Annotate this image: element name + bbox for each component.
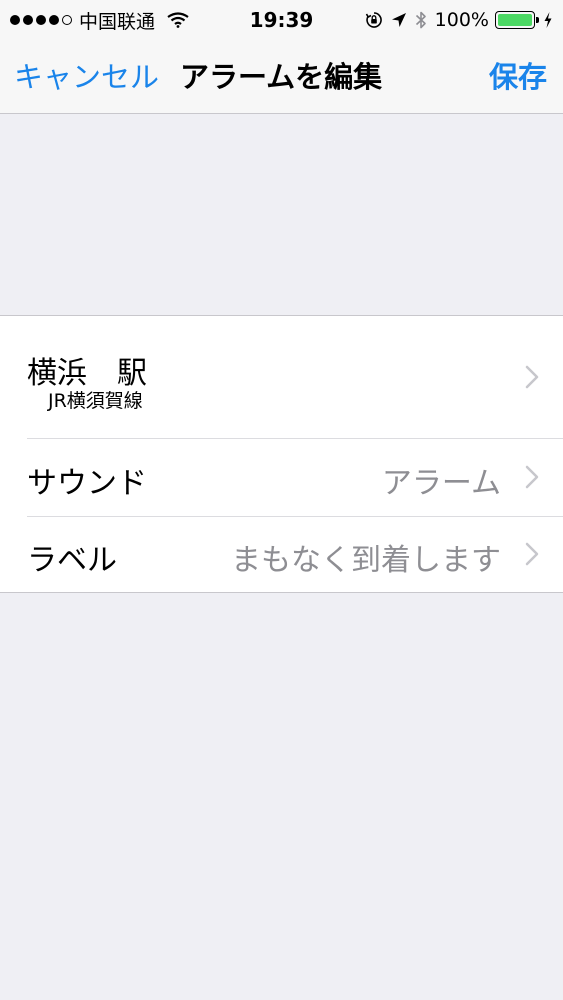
signal-dot bbox=[49, 15, 59, 25]
alarm-settings-group: 横浜 駅 JR横須賀線 サウンド アラーム ラベル まもなく到着します bbox=[0, 315, 563, 593]
chevron-right-icon bbox=[525, 465, 539, 489]
label-row[interactable]: ラベル まもなく到着します bbox=[0, 516, 563, 592]
sound-title: サウンド bbox=[27, 466, 147, 501]
carrier-name: 中国联通 bbox=[79, 10, 156, 33]
chevron-right-icon bbox=[525, 365, 539, 389]
label-title: ラベル bbox=[27, 543, 117, 578]
wifi-icon bbox=[167, 12, 189, 28]
signal-dot bbox=[36, 15, 46, 25]
save-button[interactable]: 保存 bbox=[489, 54, 547, 96]
sound-row[interactable]: サウンド アラーム bbox=[0, 438, 563, 516]
cancel-button[interactable]: キャンセル bbox=[14, 54, 159, 96]
status-left: 中国联通 bbox=[10, 0, 189, 40]
status-right: 100% bbox=[357, 0, 553, 40]
signal-dot-empty bbox=[62, 15, 72, 25]
sound-value: アラーム bbox=[381, 466, 501, 501]
battery-fill bbox=[498, 14, 532, 26]
battery-icon bbox=[495, 11, 539, 29]
location-arrow-icon bbox=[391, 12, 407, 28]
charging-bolt-icon bbox=[543, 11, 553, 29]
status-bar: 中国联通 19:39 100% bbox=[0, 0, 563, 40]
bluetooth-icon bbox=[415, 10, 427, 30]
navigation-bar: キャンセル アラームを編集 保存 bbox=[0, 40, 563, 114]
battery-cap bbox=[536, 17, 539, 23]
label-value: まもなく到着します bbox=[231, 543, 501, 578]
page-title: アラームを編集 bbox=[180, 60, 383, 94]
signal-strength-icon bbox=[10, 15, 75, 25]
battery-percent: 100% bbox=[434, 9, 489, 31]
chevron-right-icon bbox=[525, 542, 539, 566]
orientation-lock-icon bbox=[365, 11, 383, 29]
signal-dot bbox=[23, 15, 33, 25]
station-line: JR横須賀線 bbox=[48, 390, 143, 412]
station-row[interactable]: 横浜 駅 JR横須賀線 bbox=[0, 316, 563, 438]
signal-dot bbox=[10, 15, 20, 25]
